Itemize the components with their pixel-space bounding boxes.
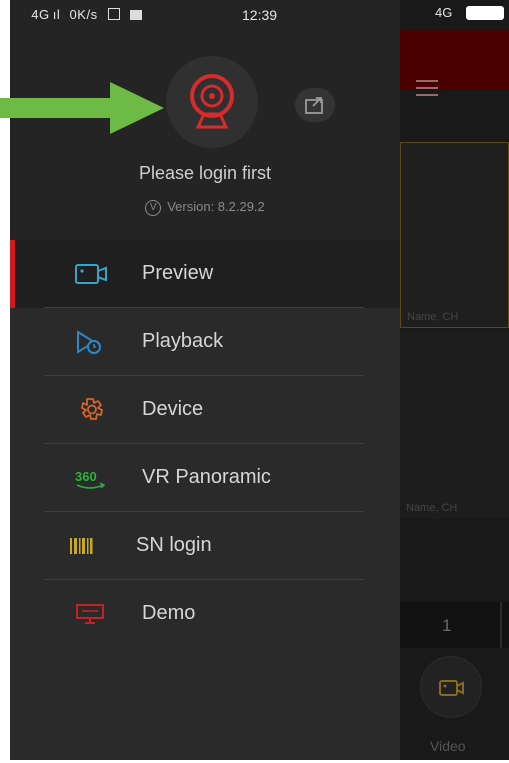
webcam-icon xyxy=(190,74,234,129)
tile-name-label-1: Name, CH xyxy=(407,311,459,323)
avatar[interactable] xyxy=(166,56,258,148)
video-button-label: Video xyxy=(430,738,466,754)
menu-label-sn-login: SN login xyxy=(136,534,212,556)
status-network: 4G ıl 0K/s xyxy=(22,7,142,22)
video-tile-1[interactable]: Name, CH xyxy=(400,142,509,328)
menu-label-demo: Demo xyxy=(142,602,196,624)
status-time: 12:39 xyxy=(242,7,278,23)
share-button[interactable] xyxy=(295,88,335,122)
background-header xyxy=(400,30,509,96)
menu-item-device[interactable]: Device xyxy=(10,376,400,444)
battery-icon xyxy=(466,6,504,20)
menu-label-vr-panoramic: VR Panoramic xyxy=(142,466,271,488)
demo-screen-icon xyxy=(76,604,104,624)
page-selector[interactable]: 1 xyxy=(400,602,509,648)
version-text: Version: 8.2.29.2 xyxy=(167,199,265,214)
notification-icon xyxy=(129,10,142,20)
gear-icon xyxy=(81,398,103,420)
video-camera-icon xyxy=(439,680,464,696)
camera-icon xyxy=(75,264,107,284)
active-indicator xyxy=(10,240,15,308)
menu-item-demo[interactable]: Demo xyxy=(10,580,400,648)
video-button[interactable] xyxy=(420,656,482,718)
login-prompt[interactable]: Please login first xyxy=(10,163,400,184)
menu-label-preview: Preview xyxy=(142,262,214,284)
svg-text:360: 360 xyxy=(75,469,97,484)
status-network-right: 4G xyxy=(435,5,453,20)
hamburger-menu-icon[interactable] xyxy=(416,80,438,101)
drawer-menu: Preview Playback Device 360 VR Panoramic… xyxy=(10,240,400,648)
status-bar: 4G ıl 0K/s 12:39 4G xyxy=(10,0,509,30)
playback-icon xyxy=(77,330,101,354)
page-separator xyxy=(500,602,502,648)
version-icon: V xyxy=(145,199,162,216)
page-number[interactable]: 1 xyxy=(442,616,451,636)
background-live-view: Name, CH Name, CH 1 Video xyxy=(400,0,509,760)
tile-name-label-2: Name, CH xyxy=(406,502,458,514)
annotation-arrow-icon xyxy=(0,82,164,134)
video-tile-2[interactable]: Name, CH xyxy=(400,332,509,518)
sim-icon xyxy=(107,8,120,20)
menu-item-preview[interactable]: Preview xyxy=(10,240,400,308)
menu-label-playback: Playback xyxy=(142,330,224,352)
menu-item-playback[interactable]: Playback xyxy=(10,308,400,376)
vr-360-icon: 360 xyxy=(75,469,106,489)
menu-item-vr-panoramic[interactable]: 360 VR Panoramic xyxy=(10,444,400,512)
menu-label-device: Device xyxy=(142,398,204,420)
version-info: V Version: 8.2.29.2 xyxy=(10,199,400,216)
barcode-icon xyxy=(70,538,93,554)
signal-text: 4G ıl 0K/s xyxy=(22,7,98,22)
share-icon xyxy=(305,97,323,114)
menu-item-sn-login[interactable]: SN login xyxy=(10,512,400,580)
